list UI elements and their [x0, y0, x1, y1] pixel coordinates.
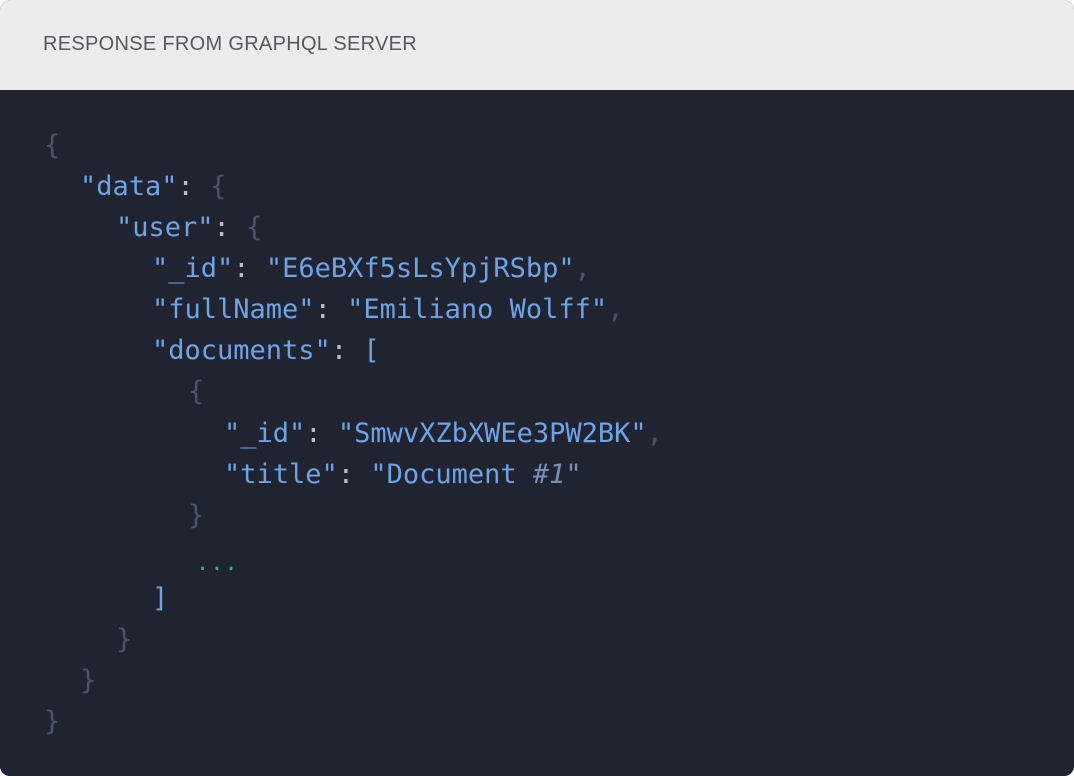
json-key-id: "_id": [224, 418, 306, 449]
colon: :: [233, 253, 250, 284]
panel-title: RESPONSE FROM GRAPHQL SERVER: [43, 33, 418, 55]
ellipsis-indicator: ...: [196, 551, 239, 576]
json-value-user-id: "E6eBXf5sLsYpjRSbp": [265, 253, 575, 284]
json-value-fullname: "Emiliano Wolff": [347, 294, 608, 325]
comma: ,: [646, 418, 663, 449]
close-bracket: ]: [152, 583, 169, 614]
json-key-title: "title": [224, 459, 338, 490]
code-line: {: [188, 376, 204, 408]
code-line: "data": {: [80, 171, 226, 203]
code-line: "title": "Document #1": [224, 459, 582, 491]
code-line: }: [44, 706, 60, 738]
colon: :: [330, 335, 348, 366]
code-line: "user": {: [116, 212, 262, 244]
json-key-id: "_id": [152, 253, 234, 284]
open-brace: {: [246, 212, 263, 243]
open-bracket: [: [363, 335, 380, 366]
code-line: ...: [196, 546, 239, 580]
code-line: "fullName": "Emiliano Wolff",: [152, 294, 623, 326]
colon: :: [314, 294, 331, 325]
code-line: ]: [152, 583, 168, 615]
comma: ,: [574, 253, 591, 284]
close-brace: }: [44, 706, 61, 737]
title-value-number: #1: [532, 459, 566, 490]
code-line: }: [80, 665, 96, 697]
code-line: {: [44, 130, 60, 162]
code-line: "documents": [: [152, 335, 380, 367]
comma: ,: [607, 294, 624, 325]
panel-header: RESPONSE FROM GRAPHQL SERVER: [0, 0, 1074, 90]
json-key-data: "data": [80, 171, 178, 202]
close-brace: }: [116, 624, 133, 655]
json-value-title: "Document #1": [370, 459, 581, 490]
open-brace: {: [44, 130, 61, 161]
json-key-documents: "documents": [152, 335, 331, 366]
code-line: }: [188, 500, 204, 532]
title-value-suffix: ": [565, 459, 582, 490]
open-brace: {: [210, 171, 227, 202]
code-block: { "data": { "user": { "_id": "E6eBXf5sLs…: [0, 90, 1074, 776]
code-line: "_id": "SmwvXZbXWEe3PW2BK",: [224, 418, 663, 450]
colon: :: [305, 418, 322, 449]
json-key-fullname: "fullName": [152, 294, 315, 325]
title-value-prefix: "Document: [370, 459, 533, 490]
close-brace: }: [188, 500, 205, 531]
json-key-user: "user": [116, 212, 214, 243]
colon: :: [337, 459, 355, 490]
colon: :: [177, 171, 194, 202]
open-brace: {: [188, 376, 205, 407]
code-line: }: [116, 624, 132, 656]
json-value-document-id: "SmwvXZbXWEe3PW2BK": [337, 418, 647, 449]
code-panel: RESPONSE FROM GRAPHQL SERVER { "data": {…: [0, 0, 1074, 776]
close-brace: }: [80, 665, 97, 696]
code-line: "_id": "E6eBXf5sLsYpjRSbp",: [152, 253, 591, 285]
colon: :: [213, 212, 230, 243]
